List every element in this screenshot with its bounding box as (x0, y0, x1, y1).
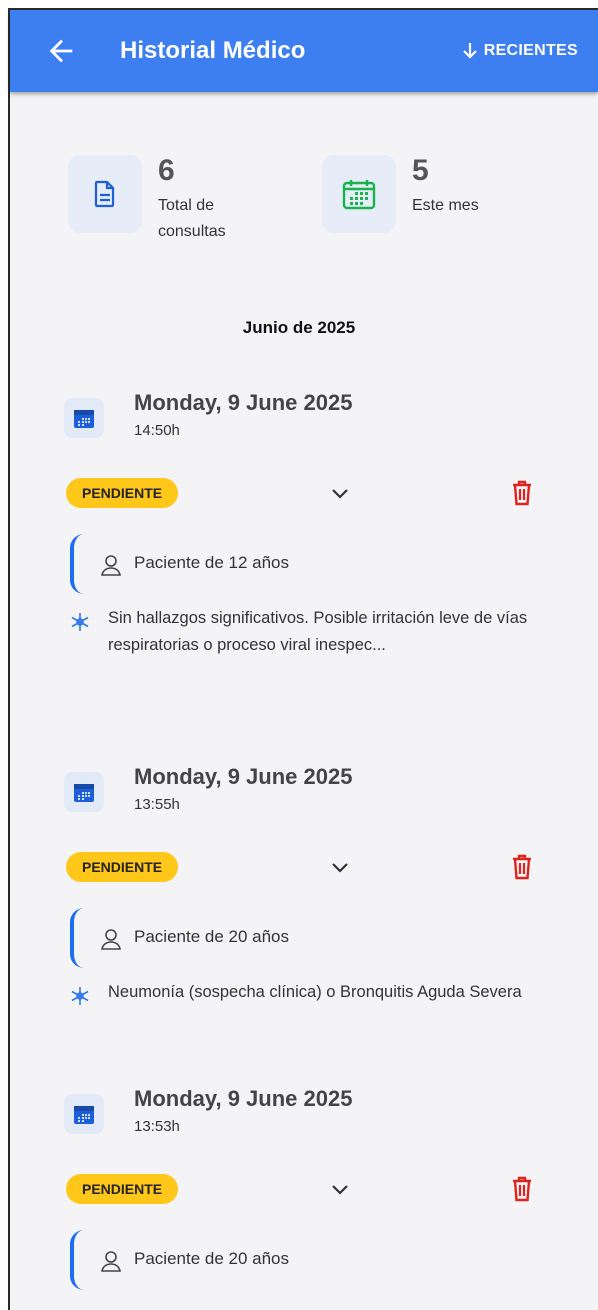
patient-bracket (70, 908, 86, 968)
trash-icon[interactable] (510, 1176, 534, 1202)
back-arrow-icon[interactable] (44, 34, 78, 68)
consultation-date: Monday, 9 June 2025 (134, 390, 353, 415)
diagnosis-icon (71, 987, 89, 1005)
stat-total-consultations: 6 Total de consultas (68, 155, 258, 245)
trash-icon[interactable] (510, 480, 534, 506)
diagnosis-text: Sin hallazgos significativos. Posible ir… (108, 609, 528, 654)
status-badge: PENDIENTE (66, 478, 179, 508)
month-header: Junio de 2025 (242, 318, 356, 337)
page-title: Historial Médico (120, 37, 306, 64)
stat-icon-box (322, 155, 396, 233)
consultation-date: Monday, 9 June 2025 (134, 764, 353, 789)
stat-icon-box (68, 155, 142, 233)
consultation-date: Monday, 9 June 2025 (134, 1086, 353, 1111)
person-icon (101, 1251, 121, 1272)
stat-this-month: 5 Este mes (322, 155, 479, 233)
arrow-down-icon (462, 43, 477, 59)
patient-info: Paciente de 20 años (134, 927, 290, 946)
diagnosis-text: Neumonía (sospecha clínica) o Bronquitis… (108, 983, 522, 1001)
status-badge: PENDIENTE (66, 1174, 179, 1204)
consultation-time: 14:50h (134, 422, 180, 439)
patient-info: Paciente de 20 años (134, 1249, 290, 1268)
calendar-grid-icon (342, 180, 376, 210)
chevron-down-icon[interactable] (328, 482, 352, 506)
diagnosis-icon (71, 613, 89, 631)
calendar-icon (64, 772, 104, 812)
consultation-time: 13:53h (134, 1118, 180, 1135)
patient-bracket (70, 534, 86, 594)
consultation-time: 13:55h (134, 796, 180, 813)
calendar-icon (64, 1094, 104, 1134)
sort-label: RECIENTES (483, 42, 578, 59)
stat-value: 5 (412, 154, 429, 187)
document-icon (94, 180, 115, 208)
trash-icon[interactable] (510, 854, 534, 880)
patient-bracket (70, 1230, 86, 1290)
sort-button[interactable]: RECIENTES (462, 34, 578, 68)
patient-info: Paciente de 12 años (134, 553, 290, 572)
chevron-down-icon[interactable] (328, 1178, 352, 1202)
calendar-icon (64, 398, 104, 438)
stat-value: 6 (158, 154, 175, 187)
person-icon (101, 929, 121, 950)
stat-label: Total de consultas (158, 197, 226, 240)
app-bar: Historial Médico RECIENTES (10, 10, 598, 92)
person-icon (101, 555, 121, 576)
stat-label: Este mes (412, 197, 479, 214)
chevron-down-icon[interactable] (328, 856, 352, 880)
status-badge: PENDIENTE (66, 852, 179, 882)
